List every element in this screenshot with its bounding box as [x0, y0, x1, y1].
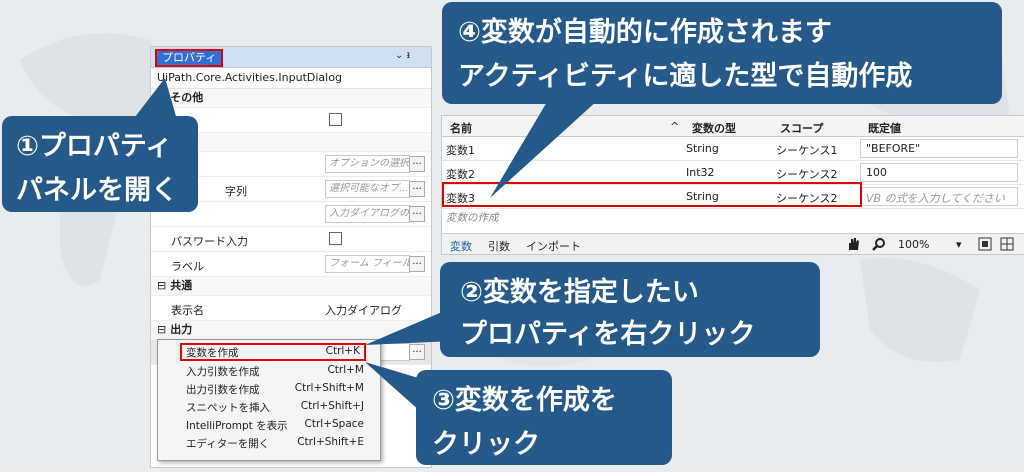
callout-open-properties: ①プロパティ パネルを開く — [2, 116, 198, 212]
callout-line: プロパティを右クリック — [460, 319, 756, 350]
callout-line: ④変数が自動的に作成されます — [458, 17, 832, 48]
callout-right-click-property: ②変数を指定したい プロパティを右クリック — [440, 262, 820, 357]
callout-line: ①プロパティ — [16, 131, 173, 162]
callout-variable-auto-created: ④変数が自動的に作成されます アクティビティに適した型で自動作成 — [442, 2, 1002, 104]
callout-line: ③変数を作成を — [432, 385, 617, 416]
callout-line: アクティビティに適した型で自動作成 — [458, 61, 913, 92]
callout-line: クリック — [432, 429, 540, 460]
callout-line: パネルを開く — [16, 175, 178, 206]
callout-line: ②変数を指定したい — [460, 277, 699, 308]
callout-click-create-variable: ③変数を作成を クリック — [416, 370, 672, 465]
